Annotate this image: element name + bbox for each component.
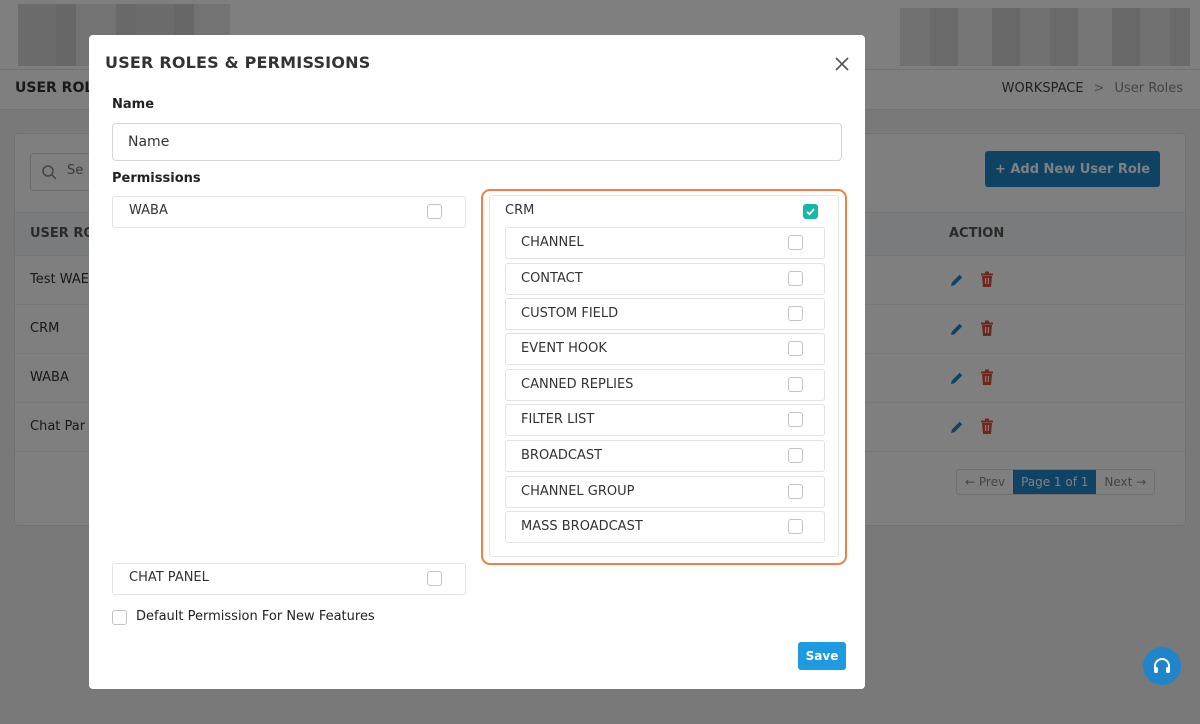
headset-icon (1154, 658, 1170, 673)
permissions-label: Permissions (112, 171, 201, 186)
permission-item-channel[interactable]: CHANNEL (505, 227, 825, 259)
contact-checkbox[interactable] (788, 271, 803, 286)
canned-replies-checkbox[interactable] (788, 377, 803, 392)
permission-group-chat-panel[interactable]: CHAT PANEL (112, 563, 466, 595)
channel-checkbox[interactable] (788, 235, 803, 250)
permission-item-contact[interactable]: CONTACT (505, 263, 825, 295)
waba-checkbox[interactable] (427, 204, 442, 219)
default-permission-label: Default Permission For New Features (136, 609, 375, 624)
crm-checkbox[interactable] (803, 204, 818, 219)
permission-item-label: CHANNEL GROUP (521, 484, 635, 499)
permission-item-broadcast[interactable]: BROADCAST (505, 440, 825, 472)
permission-item-custom-field[interactable]: CUSTOM FIELD (505, 298, 825, 330)
user-roles-permissions-modal: USER ROLES & PERMISSIONS Name Permission… (89, 35, 865, 689)
close-icon[interactable] (833, 55, 851, 73)
permission-group-waba[interactable]: WABA (112, 196, 466, 228)
permission-item-filter-list[interactable]: FILTER LIST (505, 404, 825, 436)
filter-list-checkbox[interactable] (788, 412, 803, 427)
default-permission-checkbox[interactable] (112, 610, 127, 625)
permission-item-canned-replies[interactable]: CANNED REPLIES (505, 369, 825, 401)
modal-title: USER ROLES & PERMISSIONS (105, 53, 371, 72)
channel-group-checkbox[interactable] (788, 484, 803, 499)
role-name-input[interactable] (112, 123, 842, 161)
permission-item-mass-broadcast[interactable]: MASS BROADCAST (505, 511, 825, 543)
permission-item-label: FILTER LIST (521, 412, 595, 427)
permission-item-label: BROADCAST (521, 448, 603, 463)
permission-item-event-hook[interactable]: EVENT HOOK (505, 333, 825, 365)
permission-item-label: EVENT HOOK (521, 341, 607, 356)
help-chat-button[interactable] (1143, 647, 1181, 685)
permission-item-label: MASS BROADCAST (521, 519, 643, 534)
chat-panel-checkbox[interactable] (427, 571, 442, 586)
mass-broadcast-checkbox[interactable] (788, 519, 803, 534)
check-icon (806, 208, 815, 216)
permission-label: WABA (129, 203, 168, 218)
event-hook-checkbox[interactable] (788, 341, 803, 356)
permission-item-channel-group[interactable]: CHANNEL GROUP (505, 476, 825, 508)
permission-item-label: CHANNEL (521, 235, 584, 250)
permission-item-label: CONTACT (521, 271, 583, 286)
permission-item-label: CUSTOM FIELD (521, 306, 619, 321)
save-button[interactable]: Save (798, 642, 846, 670)
permission-label: CHAT PANEL (129, 570, 209, 585)
broadcast-checkbox[interactable] (788, 448, 803, 463)
name-label: Name (112, 97, 155, 112)
custom-field-checkbox[interactable] (788, 306, 803, 321)
permission-item-label: CANNED REPLIES (521, 377, 634, 392)
crm-label: CRM (505, 203, 535, 218)
